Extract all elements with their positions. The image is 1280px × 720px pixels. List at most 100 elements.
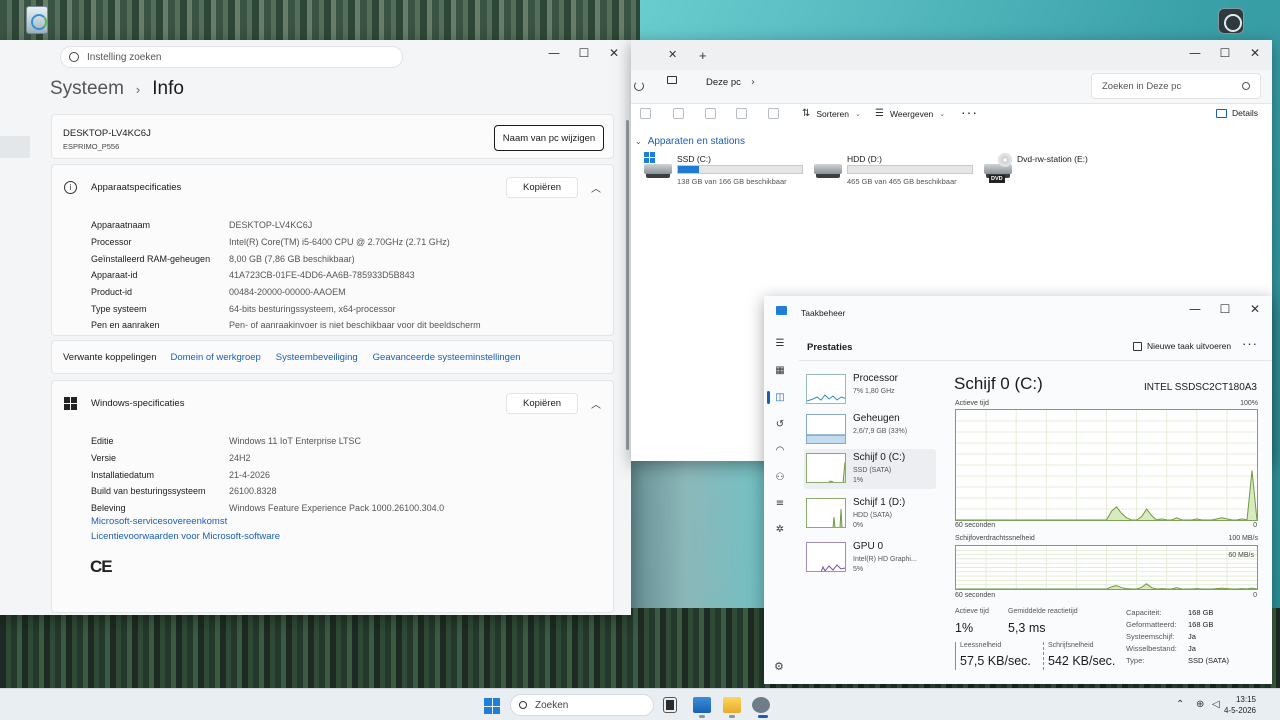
active-time-graph — [955, 409, 1258, 521]
app-history-icon[interactable]: ↺ — [774, 419, 786, 431]
link-advanced-settings[interactable]: Geavanceerde systeeminstellingen — [373, 352, 521, 363]
maximize-icon[interactable]: ☐ — [569, 40, 599, 66]
taskbar-search-input[interactable]: Zoeken — [510, 694, 654, 716]
spec-value: Pen- of aanraakinvoer is niet beschikbaa… — [229, 320, 481, 331]
refresh-icon[interactable] — [634, 81, 644, 91]
task-manager-taskbar-icon[interactable] — [693, 697, 711, 713]
perf-item-sub: 7% 1,80 GHz — [853, 388, 895, 395]
disk1-mini-line — [832, 508, 843, 527]
spec-key: Product-id — [91, 287, 133, 298]
run-new-task-button[interactable]: Nieuwe taak uitvoeren — [1133, 341, 1231, 351]
task-view-icon[interactable] — [663, 697, 677, 713]
copy-device-specs-button[interactable]: Kopiëren — [506, 176, 578, 198]
chevron-up-icon[interactable]: ︿ — [591, 396, 601, 411]
perf-item-memory[interactable]: Geheugen 2,6/7,9 GB (33%) — [804, 410, 936, 450]
property-key: Systeemschijf: — [1126, 632, 1175, 641]
disc-icon — [998, 153, 1012, 167]
drive-free-space: 138 GB van 166 GB beschikbaar — [677, 177, 787, 186]
users-icon[interactable]: ⚇ — [774, 472, 786, 484]
windows-logo-icon — [64, 396, 77, 410]
explorer-window-controls: — ☐ ✕ — [1180, 40, 1270, 66]
address-this-pc[interactable]: Deze pc — [706, 77, 741, 88]
cpu-mini-graph-svg — [807, 394, 845, 402]
details-button[interactable]: Details — [1216, 108, 1258, 118]
spec-key: Installatiedatum — [91, 469, 155, 480]
spec-value: Intel(R) Core(TM) i5-6400 CPU @ 2.70GHz … — [229, 237, 450, 248]
maximize-icon[interactable]: ☐ — [1210, 296, 1240, 322]
settings-taskbar-icon[interactable] — [752, 697, 770, 713]
windows-specs-header[interactable]: Windows-specificaties Kopiëren ︿ — [52, 381, 613, 425]
minimize-icon[interactable]: — — [539, 40, 569, 66]
startup-apps-icon[interactable]: ◠ — [774, 445, 786, 457]
perf-item-sub-type: SSD (SATA) — [853, 467, 892, 474]
task-manager-window: Taakbeheer — ☐ ✕ ☰ ▦ ◫ ↺ ◠ ⚇ ≡ ✲ ⚙ Prest… — [764, 296, 1272, 684]
view-button[interactable]: ☰ Weergeven ⌄ — [875, 108, 945, 119]
sort-button[interactable]: ⇅ Sorteren ⌄ — [802, 108, 861, 119]
maximize-icon[interactable]: ☐ — [1210, 40, 1240, 66]
desktop-shortcut-icon[interactable] — [1218, 8, 1244, 34]
perf-item-gpu-0[interactable]: GPU 0 Intel(R) HD Graphi... 5% — [804, 538, 936, 578]
clock[interactable]: 13:15 4-5-2026 — [1224, 694, 1256, 716]
rename-icon[interactable] — [705, 108, 716, 119]
recycle-bin-icon[interactable] — [26, 6, 48, 34]
cut-icon[interactable] — [640, 108, 651, 119]
chevron-right-icon[interactable]: › — [751, 77, 755, 88]
spec-value: DESKTOP-LV4KC6J — [229, 220, 313, 231]
explorer-search-input[interactable]: Zoeken in Deze pc — [1091, 73, 1261, 99]
settings-scrollbar[interactable] — [626, 120, 629, 450]
running-indicator — [729, 715, 735, 718]
more-options-icon[interactable]: ··· — [1242, 336, 1258, 351]
copy-icon[interactable] — [673, 108, 684, 119]
drive-name: HDD (D:) — [847, 154, 882, 164]
link-domain-workgroup[interactable]: Domein of werkgroep — [171, 352, 261, 363]
search-icon — [1242, 82, 1250, 90]
devices-group-header[interactable]: ⌄ Apparaten en stations — [635, 136, 745, 147]
perf-item-sub-usage: 5% — [853, 566, 864, 573]
chevron-up-icon[interactable]: ⌃ — [1176, 699, 1184, 710]
property-key: Geformatteerd: — [1126, 620, 1177, 629]
file-explorer-taskbar-icon[interactable] — [723, 697, 741, 713]
settings-search-input[interactable]: Instelling zoeken — [60, 46, 403, 68]
start-button-icon[interactable] — [484, 698, 500, 714]
close-icon[interactable]: ✕ — [1240, 296, 1270, 322]
link-system-protection[interactable]: Systeembeveiliging — [276, 352, 358, 363]
sidebar-selected-item[interactable] — [0, 136, 30, 158]
nav-active-indicator — [767, 391, 770, 404]
more-options-icon[interactable]: ··· — [961, 104, 978, 120]
performance-icon[interactable]: ◫ — [774, 392, 786, 404]
perf-item-disk-1[interactable]: Schijf 1 (D:) HDD (SATA) 0% — [804, 494, 936, 534]
new-tab-icon[interactable]: + — [699, 48, 707, 63]
perf-item-processor[interactable]: Processor 7% 1,80 GHz — [804, 370, 936, 410]
device-specs-card: i Apparaatspecificaties Kopiëren ︿ Appar… — [51, 164, 614, 336]
language-icon[interactable]: ⊕ — [1196, 699, 1204, 710]
spec-key: Apparaatnaam — [91, 220, 151, 231]
link-services-agreement[interactable]: Microsoft-servicesovereenkomst — [91, 516, 603, 531]
processes-icon[interactable]: ▦ — [774, 365, 786, 377]
delete-icon[interactable] — [768, 108, 779, 119]
hamburger-menu-icon[interactable]: ☰ — [774, 338, 786, 350]
breadcrumb-systeem[interactable]: Systeem — [50, 78, 124, 100]
link-license-terms[interactable]: Licentievoorwaarden voor Microsoft-softw… — [91, 531, 603, 546]
rename-pc-button[interactable]: Naam van pc wijzigen — [494, 125, 604, 151]
perf-item-disk-0[interactable]: Schijf 0 (C:) SSD (SATA) 1% — [804, 449, 936, 489]
perf-item-sub-usage: 1% — [853, 477, 864, 484]
copy-windows-specs-button[interactable]: Kopiëren — [506, 392, 578, 414]
share-icon[interactable] — [736, 108, 747, 119]
minimize-icon[interactable]: — — [1180, 296, 1210, 322]
details-list-icon[interactable]: ≡ — [774, 498, 786, 510]
settings-gear-icon[interactable]: ⚙ — [774, 660, 784, 673]
spec-value: Windows Feature Experience Pack 1000.261… — [229, 503, 445, 514]
close-icon[interactable]: ✕ — [1240, 40, 1270, 66]
perf-item-name: Geheugen — [853, 413, 900, 424]
task-manager-app-icon — [776, 306, 787, 315]
close-icon[interactable]: ✕ — [599, 40, 629, 66]
drive-usage-fill — [678, 166, 700, 173]
chevron-up-icon[interactable]: ︿ — [591, 180, 601, 195]
device-specs-list: Apparaatnaam DESKTOP-LV4KC6J Processor Int… — [91, 217, 603, 334]
services-icon[interactable]: ✲ — [774, 524, 786, 536]
speaker-icon[interactable]: ◁ — [1212, 699, 1220, 710]
tab-close-icon[interactable]: ✕ — [668, 48, 677, 61]
device-specs-header[interactable]: i Apparaatspecificaties Kopiëren ︿ — [52, 165, 613, 209]
property-value: 168 GB — [1188, 608, 1214, 617]
minimize-icon[interactable]: — — [1180, 40, 1210, 66]
